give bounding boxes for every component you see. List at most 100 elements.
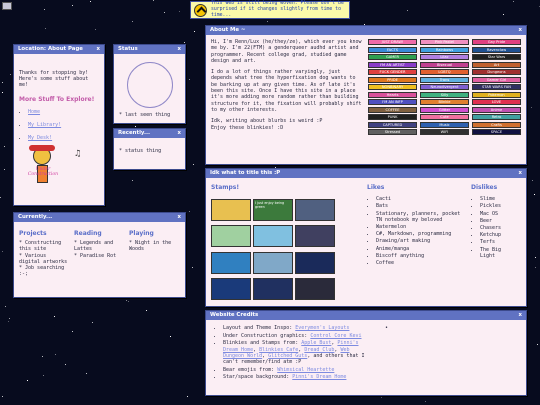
blinkie-image: Star Wars <box>472 54 521 60</box>
star <box>91 322 93 324</box>
star <box>54 353 56 355</box>
blinkie-image: Gay Pride <box>472 39 521 45</box>
blinkie-image: FUCK GENDER <box>368 69 417 75</box>
star <box>186 93 188 95</box>
link-desk: My Desk! <box>28 135 99 141</box>
star <box>4 306 6 308</box>
blinkie-image: Silly <box>420 91 469 98</box>
star <box>125 299 127 301</box>
home-link[interactable]: Home <box>28 109 40 115</box>
close-icon[interactable]: x <box>178 213 181 222</box>
likes-section: Likes CactiBats Stationary, planners, poc… <box>367 184 465 304</box>
star <box>145 310 147 312</box>
credits-title: Website Credits <box>210 312 259 318</box>
close-icon[interactable]: x <box>519 169 522 178</box>
idk-window: Idk what to title this :P x Stamps! I ju… <box>205 168 527 307</box>
credit-label: Bear emojis from: <box>223 366 278 373</box>
reading-item: * Legends and Lattes <box>74 240 114 253</box>
dislike-item: Pickles <box>480 203 519 209</box>
construction-hat-icon <box>29 145 55 152</box>
location-title: Location: About Page <box>18 46 83 52</box>
close-icon[interactable]: x <box>519 26 522 35</box>
star <box>381 396 383 398</box>
blinkie-image: Blinkie <box>420 99 469 105</box>
close-icon[interactable]: x <box>97 45 100 54</box>
recently-title: Recently... <box>118 130 151 136</box>
music-note-icon: ♫ <box>75 149 81 160</box>
currently-titlebar: Currently... x <box>14 213 185 222</box>
credit-link[interactable]: Pinni's Dream Home <box>292 374 346 380</box>
window-icon[interactable] <box>2 2 12 10</box>
library-link[interactable]: My Library! <box>28 122 61 128</box>
star <box>164 11 166 13</box>
stamp-image <box>253 251 293 274</box>
credit-link[interactable]: Whimsical Heartette <box>277 367 334 373</box>
blinkie-image: Stressed <box>368 129 417 135</box>
star <box>127 300 129 302</box>
dislike-item: Ketchup <box>480 232 519 238</box>
stamps-heading: Stamps! <box>211 184 240 191</box>
last-seen-text: * last seen thing <box>119 112 171 118</box>
star <box>43 375 44 377</box>
star <box>72 330 74 332</box>
blinkie-image: Bisexual <box>420 61 469 68</box>
credit-item: Bear emojis from: Whimsical Heartette <box>223 367 373 373</box>
credit-link[interactable]: Glitched Guts <box>268 353 307 359</box>
about-window: About Me ~ x Hi, I'm Renn/Lux (he/they/z… <box>205 25 527 165</box>
status-avatar <box>127 62 173 108</box>
blinkie-image: I'M AN ARTIST <box>368 61 417 68</box>
desk-link[interactable]: My Desk! <box>28 135 52 141</box>
star <box>194 31 196 33</box>
like-item: Anime/manga <box>376 246 465 252</box>
warning-sign-icon <box>194 3 207 17</box>
credit-link[interactable]: Blinkies Cafe <box>259 347 298 353</box>
like-item: C#, Markdown, programming <box>376 231 465 237</box>
star <box>153 0 155 1</box>
credit-link[interactable]: Dread Club <box>304 347 334 353</box>
star <box>537 343 539 345</box>
star <box>72 5 74 7</box>
project-item: * Various digital artworks <box>19 252 68 265</box>
blinkie-image: Cute <box>420 114 469 120</box>
blinkie-image: PUNK <box>368 114 417 120</box>
blinkie-image: FACTS <box>368 46 417 53</box>
credit-label: Blinkies and Stamps from: <box>223 340 302 347</box>
explore-links: Home My Library! My Desk! <box>19 109 99 142</box>
stamp-image <box>211 225 251 248</box>
close-icon[interactable]: x <box>178 129 181 138</box>
star <box>2 396 4 398</box>
star <box>407 10 409 12</box>
blinkies-grid: JUST DRAW! FACTS GAMER I'M AN ARTIST FUCK GE… <box>368 39 521 137</box>
credit-link[interactable]: Apple Bust <box>301 340 331 346</box>
status-thing-text: * status thing <box>119 148 162 154</box>
close-icon[interactable]: x <box>519 311 522 320</box>
status-window: Status x * last seen thing <box>113 44 186 124</box>
blinkie-image: CAPTURED <box>368 121 417 128</box>
star <box>131 20 133 22</box>
star <box>44 27 46 29</box>
credit-link[interactable]: Control Core Kevi <box>310 333 361 339</box>
like-item: Biscoff anything <box>376 253 465 259</box>
like-item: Bats <box>376 203 465 209</box>
credit-link[interactable]: Everymen's Layouts <box>295 325 349 331</box>
star <box>9 73 11 75</box>
about-paragraph: I do a lot of things rather varyingly, j… <box>211 69 362 113</box>
link-library: My Library! <box>28 122 99 128</box>
blinkie-image: Art <box>472 61 521 68</box>
close-icon[interactable]: x <box>178 45 181 54</box>
credits-titlebar: Website Credits x <box>206 311 526 320</box>
star <box>425 401 427 403</box>
playing-item: * Night in the Woods <box>129 240 172 253</box>
playing-column: Playing * Night in the Woods <box>129 230 180 277</box>
stamp-image <box>211 251 251 274</box>
blinkie-image: Anime <box>472 106 521 113</box>
like-item: Watermelon <box>376 224 465 230</box>
stamps-grid: I just enjoy being green <box>211 199 343 304</box>
blinkie-image: SPACE <box>472 129 521 135</box>
construction-banner: This web is still being woven. Please do… <box>190 1 350 19</box>
blinkie-image: I'M AN INFP <box>368 99 417 105</box>
star <box>131 179 133 181</box>
blinkie-image: GAMER <box>368 54 417 60</box>
star <box>44 8 46 10</box>
under-construction-text: Under Construction <box>27 167 59 178</box>
